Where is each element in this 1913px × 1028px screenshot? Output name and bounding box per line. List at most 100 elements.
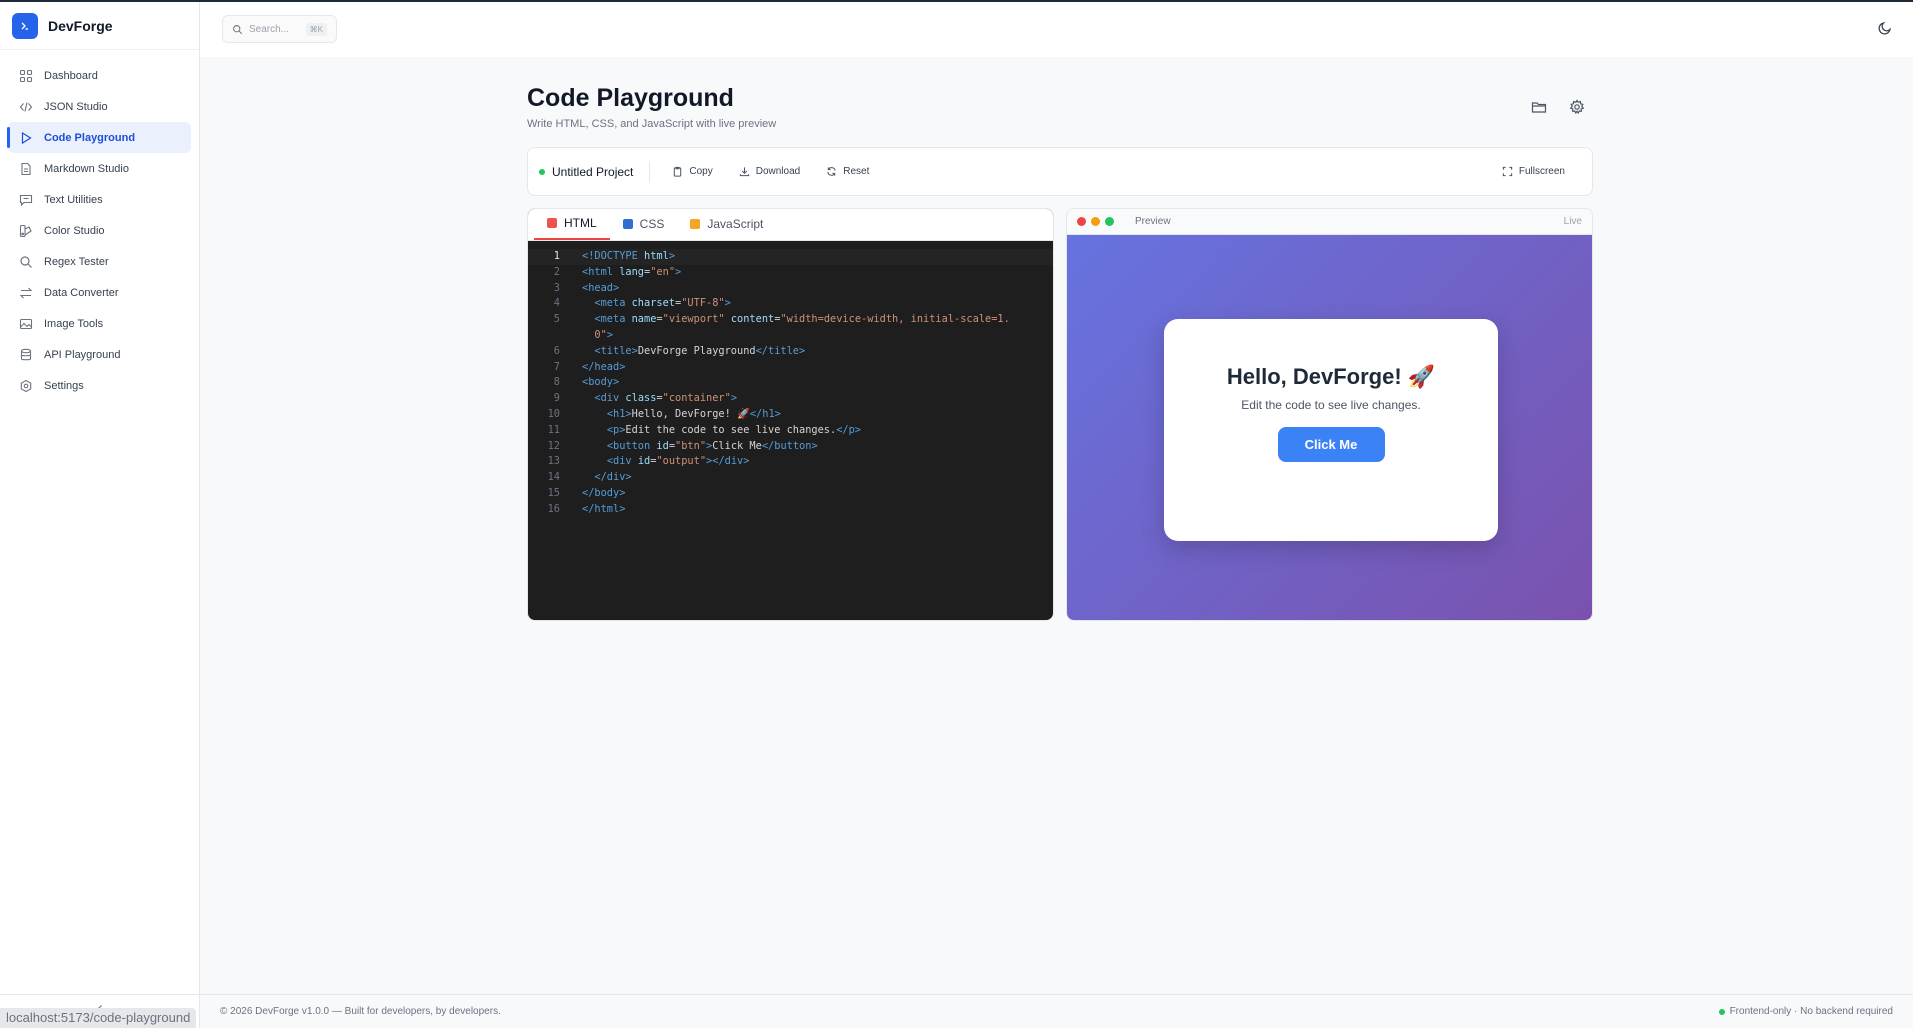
preview-frame: Hello, DevForge! 🚀 Edit the code to see … [1067,235,1592,620]
code-line[interactable]: 13 <div id="output"></div> [528,454,1053,470]
footer-status-text: Frontend-only · No backend required [1729,1006,1893,1017]
code-line[interactable]: 14 </div> [528,470,1053,486]
sidebar-item-regex-tester[interactable]: Regex Tester [8,246,191,277]
sidebar-item-label: JSON Studio [44,100,108,113]
code-line[interactable]: 6 <title>DevForge Playground</title> [528,344,1053,360]
window-maximize-dot [1105,217,1114,226]
sidebar-item-label: Text Utilities [44,193,103,206]
preview-header: Preview Live [1067,209,1592,235]
code-line[interactable]: 4 <meta charset="UTF-8"> [528,296,1053,312]
tab-label: HTML [564,216,597,230]
sidebar-item-text-utilities[interactable]: Text Utilities [8,184,191,215]
code-icon [19,101,33,112]
code-line[interactable]: 8 <body> [528,375,1053,391]
reset-label: Reset [843,166,870,177]
tab-label: CSS [639,217,665,231]
tab-html[interactable]: HTML [534,209,610,240]
tab-javascript[interactable]: JavaScript [677,209,776,240]
preview-card: Hello, DevForge! 🚀 Edit the code to see … [1164,319,1498,541]
line-number: 3 [553,281,560,294]
moon-icon[interactable] [1877,20,1893,36]
sidebar-item-color-studio[interactable]: Color Studio [8,215,191,246]
sidebar-item-label: Image Tools [44,317,104,330]
line-number: 10 [547,407,560,420]
brand[interactable]: DevForge [0,2,199,50]
tab-css[interactable]: CSS [610,209,678,240]
window-close-dot [1077,217,1086,226]
topbar: Search... ⌘K [200,2,1913,57]
arrows-swap-icon [19,287,33,298]
line-number: 6 [553,344,560,357]
code-line-text: <head> [582,281,620,294]
code-line[interactable]: 11 <p>Edit the code to see live changes.… [528,423,1053,439]
line-number: 11 [547,423,560,436]
sidebar-item-settings[interactable]: Settings [8,370,191,401]
code-line[interactable]: 7 </head> [528,360,1053,376]
preview-live-badge: Live [1563,216,1582,227]
sidebar-item-api-playground[interactable]: API Playground [8,339,191,370]
code-line-text: <meta name="viewport" content="width=dev… [594,313,1010,326]
download-button[interactable]: Download [735,166,804,177]
line-number: 4 [553,297,560,310]
sidebar-item-image-tools[interactable]: Image Tools [8,308,191,339]
preview-title: Preview [1135,216,1171,227]
code-line-text: <!DOCTYPE html> [582,250,676,262]
sidebar-item-label: Settings [44,379,84,392]
code-editor-panel: HTML CSS JavaScript 1 <!DOCTYPE html> 2 <ht… [527,208,1054,621]
code-line[interactable]: 16 </html> [528,502,1053,518]
folder-icon[interactable] [1531,99,1547,115]
gear-icon [20,379,32,392]
sidebar-item-markdown-studio[interactable]: Markdown Studio [8,153,191,184]
code-line[interactable]: 12 <button id="btn">Click Me</button> [528,439,1053,455]
sidebar-item-code-playground[interactable]: Code Playground [7,122,191,153]
line-number: 5 [553,313,560,326]
line-number: 7 [553,360,560,373]
reset-button[interactable]: Reset [822,166,873,177]
html-tab-marker [547,218,557,228]
fullscreen-button[interactable]: Fullscreen [1498,166,1569,177]
code-line-text: <div class="container"> [594,392,738,405]
sidebar-item-label: Code Playground [44,131,136,144]
line-number: 14 [547,471,560,484]
code-line-text: 0"> [594,328,614,341]
code-line-text: <h1>Hello, DevForge! 🚀</h1> [606,407,781,420]
sidebar-nav: Dashboard JSON Studio Code Playground Ma… [0,50,199,411]
project-name-label: Untitled Project [552,164,634,179]
code-line[interactable]: 15 </body> [528,486,1053,502]
sidebar-item-data-converter[interactable]: Data Converter [8,277,191,308]
image-icon [19,318,33,329]
code-textarea[interactable]: 1 <!DOCTYPE html> 2 <html lang="en"> 3 <head>… [528,241,1053,518]
sidebar-item-json-studio[interactable]: JSON Studio [8,91,191,122]
page-subtitle: Write HTML, CSS, and JavaScript with liv… [527,118,777,130]
project-name[interactable]: Untitled Project [539,160,651,183]
code-line[interactable]: 2 <html lang="en"> [528,265,1053,281]
gear-icon[interactable] [1569,99,1585,115]
line-number: 15 [547,486,560,499]
sidebar-item-label: Data Converter [44,286,119,299]
play-icon [21,131,32,144]
preview-click-button[interactable]: Click Me [1277,427,1385,462]
code-line[interactable]: 3 <head> [528,281,1053,297]
js-tab-marker [690,219,701,229]
copy-button[interactable]: Copy [668,166,716,177]
code-line[interactable]: 5 <meta name="viewport" content="width=d… [528,312,1053,328]
code-line[interactable]: 1 <!DOCTYPE html> [528,249,1053,265]
line-number: 2 [553,265,560,278]
code-line[interactable]: 0"> [528,328,1053,344]
code-line[interactable]: 9 <div class="container"> [528,391,1053,407]
header-actions [1531,99,1585,115]
palette-icon [19,224,32,237]
sidebar-item-label: Regex Tester [44,255,109,268]
code-line-text: </div> [594,471,632,484]
message-square-icon [19,194,33,206]
playground-toolbar: Untitled Project Copy Download Reset Ful… [527,147,1593,196]
window-minimize-dot [1091,217,1100,226]
refresh-icon [827,167,836,176]
grid-icon [19,69,33,82]
maximize-icon [1502,166,1513,177]
search-shortcut: ⌘K [305,22,327,36]
preview-panel: Preview Live Hello, DevForge! 🚀 Edit the… [1066,208,1593,621]
code-line[interactable]: 10 <h1>Hello, DevForge! 🚀</h1> [528,407,1053,423]
search-input[interactable]: Search... ⌘K [222,15,337,43]
sidebar-item-dashboard[interactable]: Dashboard [8,60,191,91]
